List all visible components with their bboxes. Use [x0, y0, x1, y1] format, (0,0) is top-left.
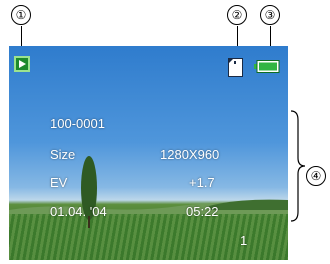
callout-1: ①	[11, 5, 31, 25]
date-display: 01.04. '04	[50, 204, 107, 219]
image-count: 1	[240, 233, 248, 248]
file-number: 100-0001	[50, 116, 105, 131]
time-display: 05:22	[186, 204, 219, 219]
memory-card-icon	[228, 58, 243, 77]
size-value: 1280X960	[160, 147, 220, 162]
play-mode-icon	[14, 56, 30, 72]
camera-lcd-screen: 100-0001 Size 1280X960 EV +1.7 01.04. '0…	[9, 46, 288, 260]
battery-full-icon	[254, 60, 280, 73]
callout-3: ③	[260, 5, 280, 25]
callout-4-brace	[290, 110, 306, 222]
callout-4: ④	[306, 166, 326, 186]
callout-2: ②	[227, 5, 247, 25]
size-label: Size	[50, 147, 76, 162]
ev-label: EV	[50, 175, 68, 190]
ev-value: +1.7	[189, 175, 215, 190]
